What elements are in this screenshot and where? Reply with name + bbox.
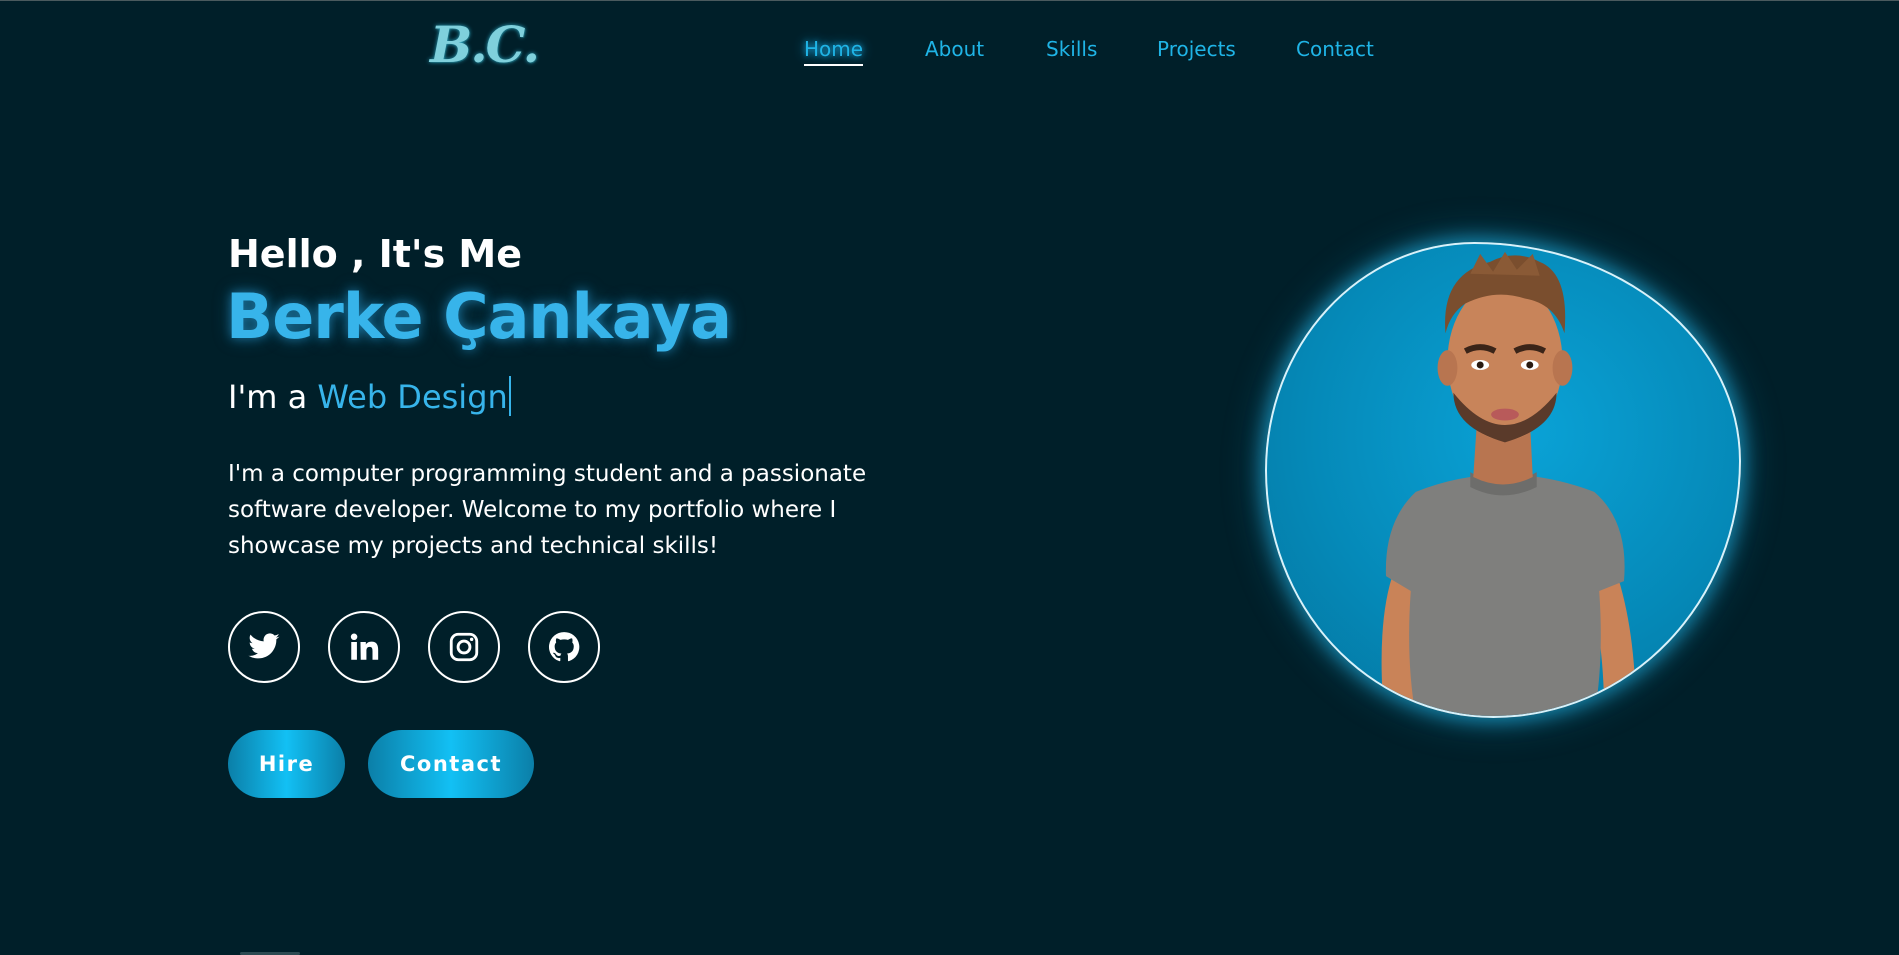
main-nav: Home About Skills Projects Contact (0, 36, 1899, 66)
hero-description: I'm a computer programming student and a… (228, 461, 867, 559)
twitter-icon (248, 633, 280, 659)
github-link[interactable] (528, 611, 600, 683)
nav-projects[interactable]: Projects (1157, 36, 1236, 62)
hero-greeting: Hello , It's Me (228, 232, 522, 276)
linkedin-icon (350, 633, 379, 660)
nav-skills[interactable]: Skills (1046, 36, 1097, 62)
contact-button[interactable]: Contact (368, 730, 534, 798)
instagram-link[interactable] (428, 611, 500, 683)
role-prefix: I'm a (228, 378, 318, 416)
nav-about[interactable]: About (925, 36, 984, 62)
nav-contact[interactable]: Contact (1296, 36, 1374, 62)
avatar-illustration (1381, 251, 1636, 716)
twitter-link[interactable] (228, 611, 300, 683)
avatar-image (1265, 242, 1741, 718)
instagram-icon (449, 632, 479, 662)
hero-role: I'm a Web Design (228, 376, 511, 416)
github-icon (548, 632, 580, 662)
role-typed-text: Web Design (317, 378, 508, 416)
hire-button[interactable]: Hire (228, 730, 345, 798)
nav-home[interactable]: Home (804, 36, 864, 66)
typing-cursor (508, 376, 511, 416)
site-header: B.C. Home About Skills Projects Contact (0, 0, 1899, 100)
hero-name: Berke Çankaya (226, 280, 732, 353)
linkedin-link[interactable] (328, 611, 400, 683)
